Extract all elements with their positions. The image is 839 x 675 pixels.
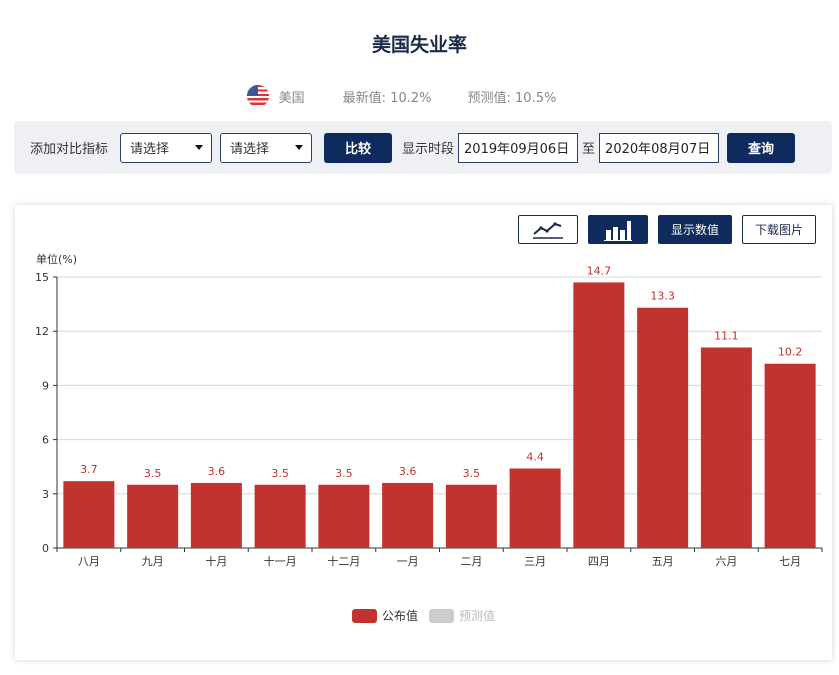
- bar: [254, 484, 306, 548]
- bar: [63, 481, 115, 548]
- bar: [700, 347, 752, 548]
- bar: [190, 482, 242, 548]
- x-tick-label: 十一月: [264, 554, 297, 568]
- data-label: 11.1: [714, 329, 739, 342]
- legend-swatch: [429, 609, 454, 623]
- bar-chart: 0 3 6 9 12 15 单位(%) 3.7 八月 3.5 九月 3.6 十月 3.5 十一月 3.5 十二月…: [35, 252, 823, 623]
- legend-swatch: [352, 609, 377, 623]
- bar: [318, 484, 370, 548]
- data-label: 14.7: [587, 264, 612, 277]
- x-tick-label: 二月: [460, 555, 482, 568]
- x-tick-label: 一月: [397, 555, 419, 568]
- bar: [509, 468, 561, 548]
- x-tick-label: 七月: [779, 555, 801, 568]
- bar: [382, 482, 434, 548]
- x-tick-label: 十二月: [327, 554, 360, 568]
- legend-label: 预测值: [459, 608, 495, 623]
- legend-label: 公布值: [382, 608, 418, 623]
- data-label: 3.5: [271, 467, 289, 480]
- x-tick-label: 八月: [78, 555, 100, 568]
- data-label: 3.5: [463, 467, 481, 480]
- x-tick-label: 九月: [142, 555, 164, 568]
- data-label: 4.4: [526, 451, 544, 464]
- y-tick-label: 9: [42, 379, 49, 392]
- data-label: 3.7: [80, 463, 98, 476]
- x-tick-label: 六月: [715, 555, 737, 568]
- y-tick-label: 6: [42, 434, 49, 447]
- data-label: 10.2: [778, 346, 803, 359]
- x-tick-label: 五月: [652, 555, 674, 568]
- data-label: 13.3: [650, 290, 675, 303]
- x-tick-label: 三月: [524, 555, 546, 568]
- bar: [573, 282, 625, 548]
- bar: [764, 363, 816, 548]
- y-tick-label: 15: [35, 271, 49, 284]
- data-label: 3.6: [399, 465, 417, 478]
- data-label: 3.5: [335, 467, 353, 480]
- data-label: 3.5: [144, 467, 162, 480]
- data-label: 3.6: [208, 465, 226, 478]
- y-axis-label: 单位(%): [36, 252, 77, 266]
- y-tick-label: 3: [42, 488, 49, 501]
- y-tick-label: 0: [42, 542, 49, 555]
- bar: [127, 484, 179, 548]
- x-tick-label: 四月: [588, 555, 610, 568]
- y-tick-label: 12: [35, 325, 49, 338]
- x-tick-label: 十月: [205, 554, 227, 568]
- bar: [445, 484, 497, 548]
- bar: [637, 307, 689, 548]
